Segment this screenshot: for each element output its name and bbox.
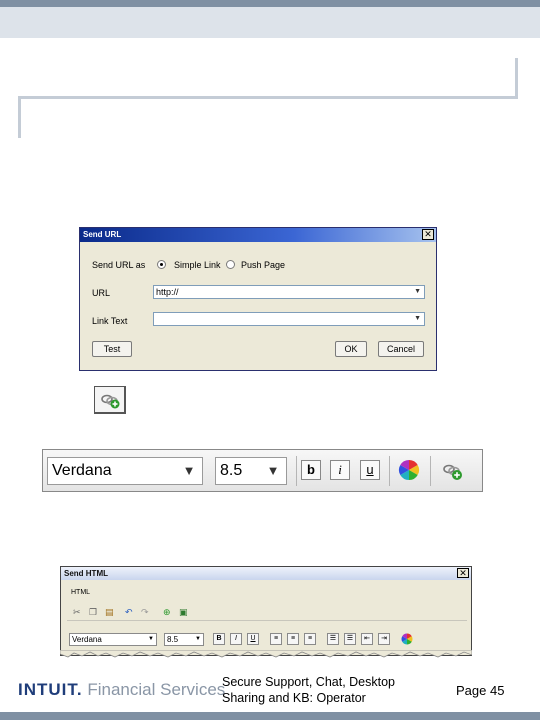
toolbar-separator <box>296 456 297 486</box>
torn-edge <box>60 650 472 658</box>
chevron-down-icon[interactable]: ▼ <box>414 313 421 325</box>
simple-link-radio[interactable] <box>157 260 166 269</box>
align-center-button[interactable]: ≡ <box>287 633 299 645</box>
close-icon[interactable]: ✕ <box>457 568 469 578</box>
brand-name: INTUIT. <box>18 680 83 699</box>
copy-icon[interactable]: ❐ <box>89 607 97 617</box>
html-bold-button[interactable]: B <box>213 633 225 645</box>
page-number: Page 45 <box>456 683 505 698</box>
chevron-down-icon[interactable]: ▼ <box>414 286 421 298</box>
insert-link-button[interactable] <box>439 458 465 484</box>
url-value: http:// <box>156 287 179 297</box>
add-link-icon <box>101 394 120 409</box>
send-url-title: Send URL <box>83 230 122 239</box>
url-combobox[interactable]: http:// ▼ <box>153 285 425 299</box>
top-band <box>0 0 540 38</box>
color-wheel-icon <box>398 459 420 481</box>
align-right-button[interactable]: ≡ <box>304 633 316 645</box>
add-link-icon <box>443 464 462 480</box>
html-underline-button[interactable]: U <box>247 633 259 645</box>
outdent-button[interactable]: ⇤ <box>361 633 373 645</box>
html-size-select[interactable]: 8.5 ▼ <box>164 633 204 646</box>
push-page-label[interactable]: Push Page <box>241 260 285 270</box>
send-url-titlebar: Send URL ✕ <box>80 228 436 242</box>
send-html-titlebar: Send HTML ✕ <box>61 567 471 580</box>
footer-band <box>0 712 540 720</box>
font-value: Verdana <box>52 462 112 479</box>
font-select[interactable]: Verdana ▼ <box>47 457 203 485</box>
decorative-line-left <box>18 96 21 138</box>
chevron-down-icon[interactable]: ▼ <box>260 458 286 484</box>
send-url-dialog: Send URL ✕ Send URL as Simple Link Push … <box>79 227 437 371</box>
ok-button[interactable]: OK <box>335 341 367 357</box>
indent-button[interactable]: ⇥ <box>378 633 390 645</box>
text-color-button[interactable] <box>398 459 420 481</box>
test-button[interactable]: Test <box>92 341 132 357</box>
formatting-toolbar: Verdana ▼ 8.5 ▼ b i u <box>42 449 483 492</box>
paste-icon[interactable]: ▤ <box>105 607 114 617</box>
bullet-list-button[interactable]: ☰ <box>327 633 339 645</box>
decorative-line-top <box>18 96 518 99</box>
numbered-list-button[interactable]: ☰ <box>344 633 356 645</box>
decorative-line-right <box>515 58 518 98</box>
html-italic-button[interactable]: I <box>230 633 242 645</box>
send-url-as-label: Send URL as <box>92 260 146 270</box>
html-font-value: Verdana <box>72 635 102 644</box>
align-left-button[interactable]: ≡ <box>270 633 282 645</box>
chevron-down-icon[interactable]: ▼ <box>195 634 201 645</box>
redo-icon[interactable]: ↷ <box>141 607 149 617</box>
cut-icon[interactable]: ✂ <box>73 607 81 617</box>
add-link-icon[interactable]: ⊕ <box>163 607 171 617</box>
italic-button[interactable]: i <box>330 460 350 480</box>
undo-icon[interactable]: ↶ <box>125 607 133 617</box>
image-icon[interactable]: ▣ <box>179 607 188 617</box>
close-icon[interactable]: ✕ <box>422 229 434 240</box>
toolbar-separator <box>430 456 431 486</box>
push-page-radio[interactable] <box>226 260 235 269</box>
html-mode-label: HTML <box>71 589 91 596</box>
chevron-down-icon[interactable]: ▼ <box>148 634 154 645</box>
simple-link-label[interactable]: Simple Link <box>174 260 221 270</box>
url-label: URL <box>92 288 111 298</box>
brand-subtitle: Financial Services <box>87 680 226 699</box>
color-wheel-icon[interactable] <box>401 633 413 645</box>
cancel-button[interactable]: Cancel <box>378 341 424 357</box>
intuit-logo: INTUIT. Financial Services <box>18 680 225 700</box>
size-value: 8.5 <box>220 462 243 479</box>
link-text-label: Link Text <box>92 316 128 326</box>
edit-toolbar: ✂ ❐ ▤ ↶ ↷ ⊕ ▣ <box>67 603 467 621</box>
link-text-combobox[interactable]: ▼ <box>153 312 425 326</box>
html-font-select[interactable]: Verdana ▼ <box>69 633 157 646</box>
bold-button[interactable]: b <box>301 460 321 480</box>
toolbar-separator <box>389 456 390 486</box>
html-size-value: 8.5 <box>167 635 179 644</box>
size-select[interactable]: 8.5 ▼ <box>215 457 287 485</box>
add-link-button[interactable] <box>94 386 126 414</box>
chevron-down-icon[interactable]: ▼ <box>176 458 202 484</box>
underline-button[interactable]: u <box>360 460 380 480</box>
footer-title-line1: Secure Support, Chat, Desktop <box>222 675 396 689</box>
footer-title-line2: Sharing and KB: Operator <box>222 691 366 705</box>
footer-title: Secure Support, Chat, Desktop Sharing an… <box>222 674 442 706</box>
send-html-title: Send HTML <box>64 569 108 578</box>
